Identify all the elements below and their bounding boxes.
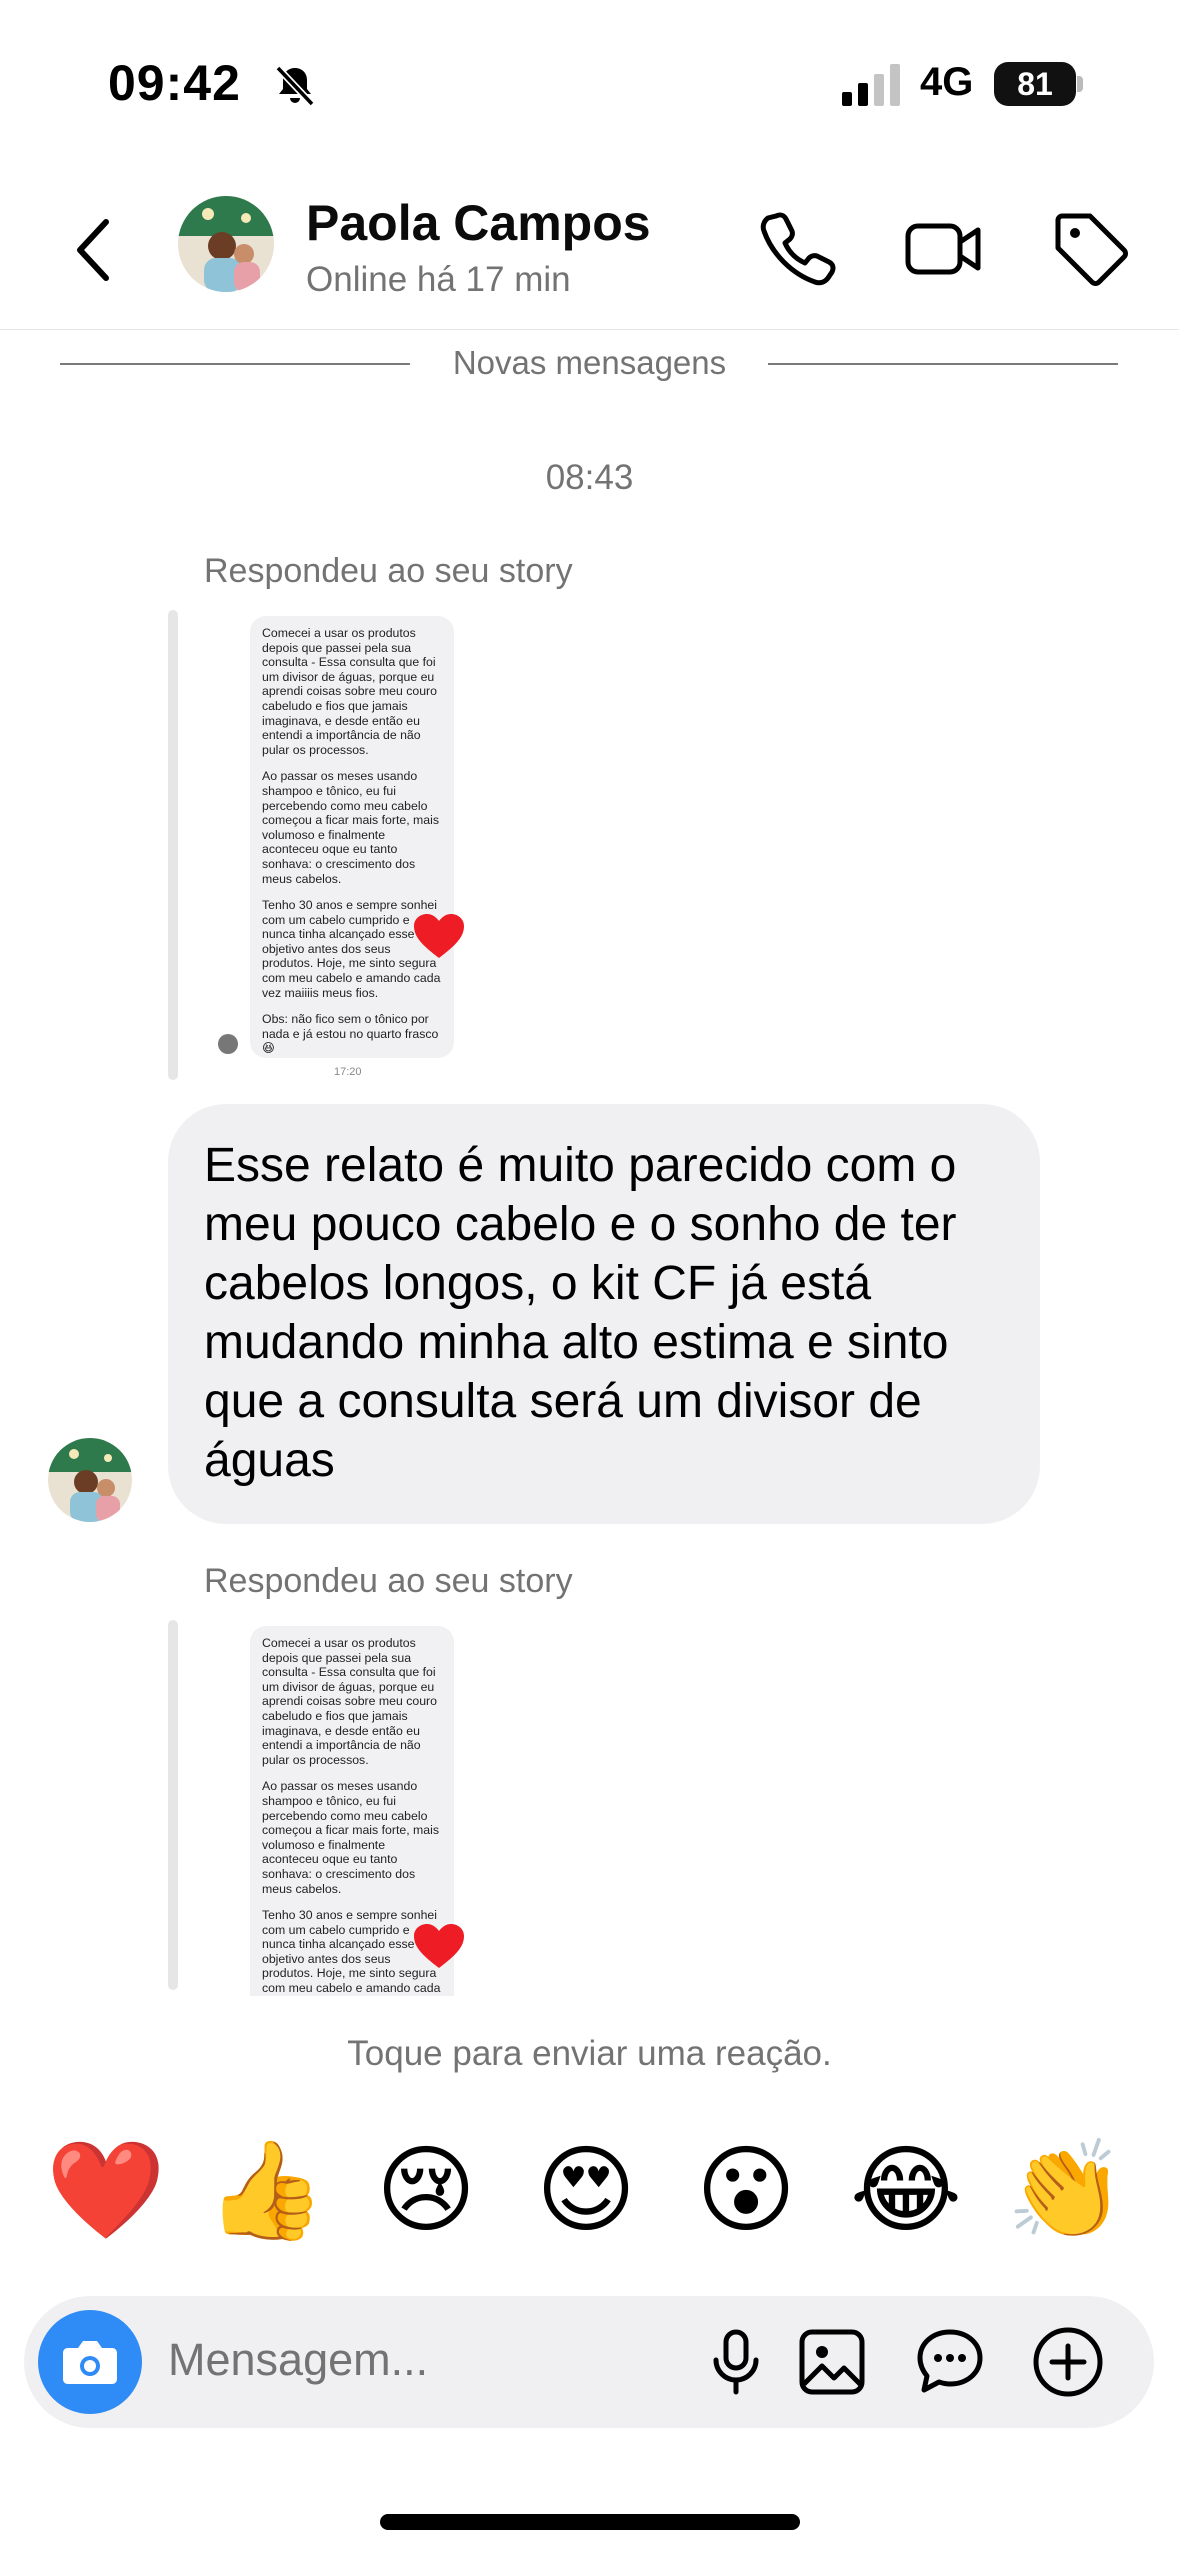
story-image[interactable]: Comecei a usar os produtos depois que pa…	[250, 616, 454, 1058]
status-bar: 09:42 4G 81	[0, 0, 1179, 170]
story-paragraph: Obs: não fico sem o tônico por nada e já…	[262, 1012, 439, 1056]
divider-line-right	[768, 363, 1118, 365]
replied-to-story-label-2: Respondeu ao seu story	[204, 1562, 573, 1600]
story-mini-avatar	[218, 1034, 238, 1054]
reaction-hint: Toque para enviar uma reação.	[347, 2034, 832, 2073]
story-reply-bar	[168, 1620, 178, 1990]
story-time: 17:20	[334, 1066, 362, 1078]
battery-tip	[1077, 76, 1083, 92]
contact-name[interactable]: Paola Campos	[306, 194, 651, 252]
contact-avatar[interactable]	[178, 196, 274, 292]
battery-level: 81	[994, 62, 1076, 106]
message-bubble[interactable]: Esse relato é muito parecido com o meu p…	[168, 1104, 1040, 1524]
reaction-heart-eyes[interactable]: 😍	[526, 2130, 646, 2250]
message-input[interactable]: Mensagem...	[168, 2334, 428, 2386]
camera-icon	[63, 2341, 117, 2384]
reaction-heart[interactable]: ❤️	[46, 2130, 166, 2250]
story-preview-2[interactable]: Comecei a usar os produtos depois que pa…	[168, 1620, 468, 1996]
sticker-icon[interactable]	[910, 2322, 990, 2402]
back-chevron-icon[interactable]	[62, 210, 122, 290]
story-paragraph: Ao passar os meses usando shampoo e tôni…	[262, 1779, 439, 1896]
story-paragraph: Comecei a usar os produtos depois que pa…	[262, 626, 437, 757]
bell-slash-icon	[275, 65, 315, 107]
camera-button[interactable]	[38, 2310, 142, 2414]
reaction-crying[interactable]: 😢	[366, 2130, 486, 2250]
reaction-surprised[interactable]: 😮	[686, 2130, 806, 2250]
quick-reactions: ❤️ 👍 😢 😍 😮 😂 👏	[0, 2130, 1179, 2250]
phone-icon[interactable]	[754, 206, 840, 292]
network-type: 4G	[920, 60, 974, 104]
home-indicator[interactable]	[380, 2514, 800, 2530]
reaction-thumbs-up[interactable]: 👍	[206, 2130, 326, 2250]
chat-header: Paola Campos Online há 17 min	[0, 170, 1179, 330]
image-icon[interactable]	[792, 2322, 872, 2402]
replied-to-story-label: Respondeu ao seu story	[204, 552, 573, 590]
story-paragraph: Comecei a usar os produtos depois que pa…	[262, 1636, 437, 1767]
status-time: 09:42	[108, 55, 241, 111]
microphone-icon[interactable]	[696, 2322, 776, 2402]
online-status: Online há 17 min	[306, 260, 571, 299]
reaction-clapping[interactable]: 👏	[1006, 2130, 1126, 2250]
story-paragraph: Ao passar os meses usando shampoo e tôni…	[262, 769, 439, 886]
message-timestamp: 08:43	[545, 458, 634, 497]
new-messages-divider: Novas mensagens	[0, 340, 1179, 390]
tag-icon[interactable]	[1048, 206, 1134, 292]
heart-sticker-icon	[414, 914, 464, 958]
story-reply-bar	[168, 610, 178, 1080]
video-icon[interactable]	[902, 206, 988, 292]
plus-icon[interactable]	[1028, 2322, 1108, 2402]
sender-avatar[interactable]	[48, 1438, 132, 1522]
story-preview[interactable]: Comecei a usar os produtos depois que pa…	[168, 610, 468, 1080]
message-composer: Mensagem...	[24, 2296, 1154, 2428]
heart-sticker-icon	[414, 1924, 464, 1968]
reaction-laughing[interactable]: 😂	[846, 2130, 966, 2250]
signal-icon	[842, 64, 900, 106]
